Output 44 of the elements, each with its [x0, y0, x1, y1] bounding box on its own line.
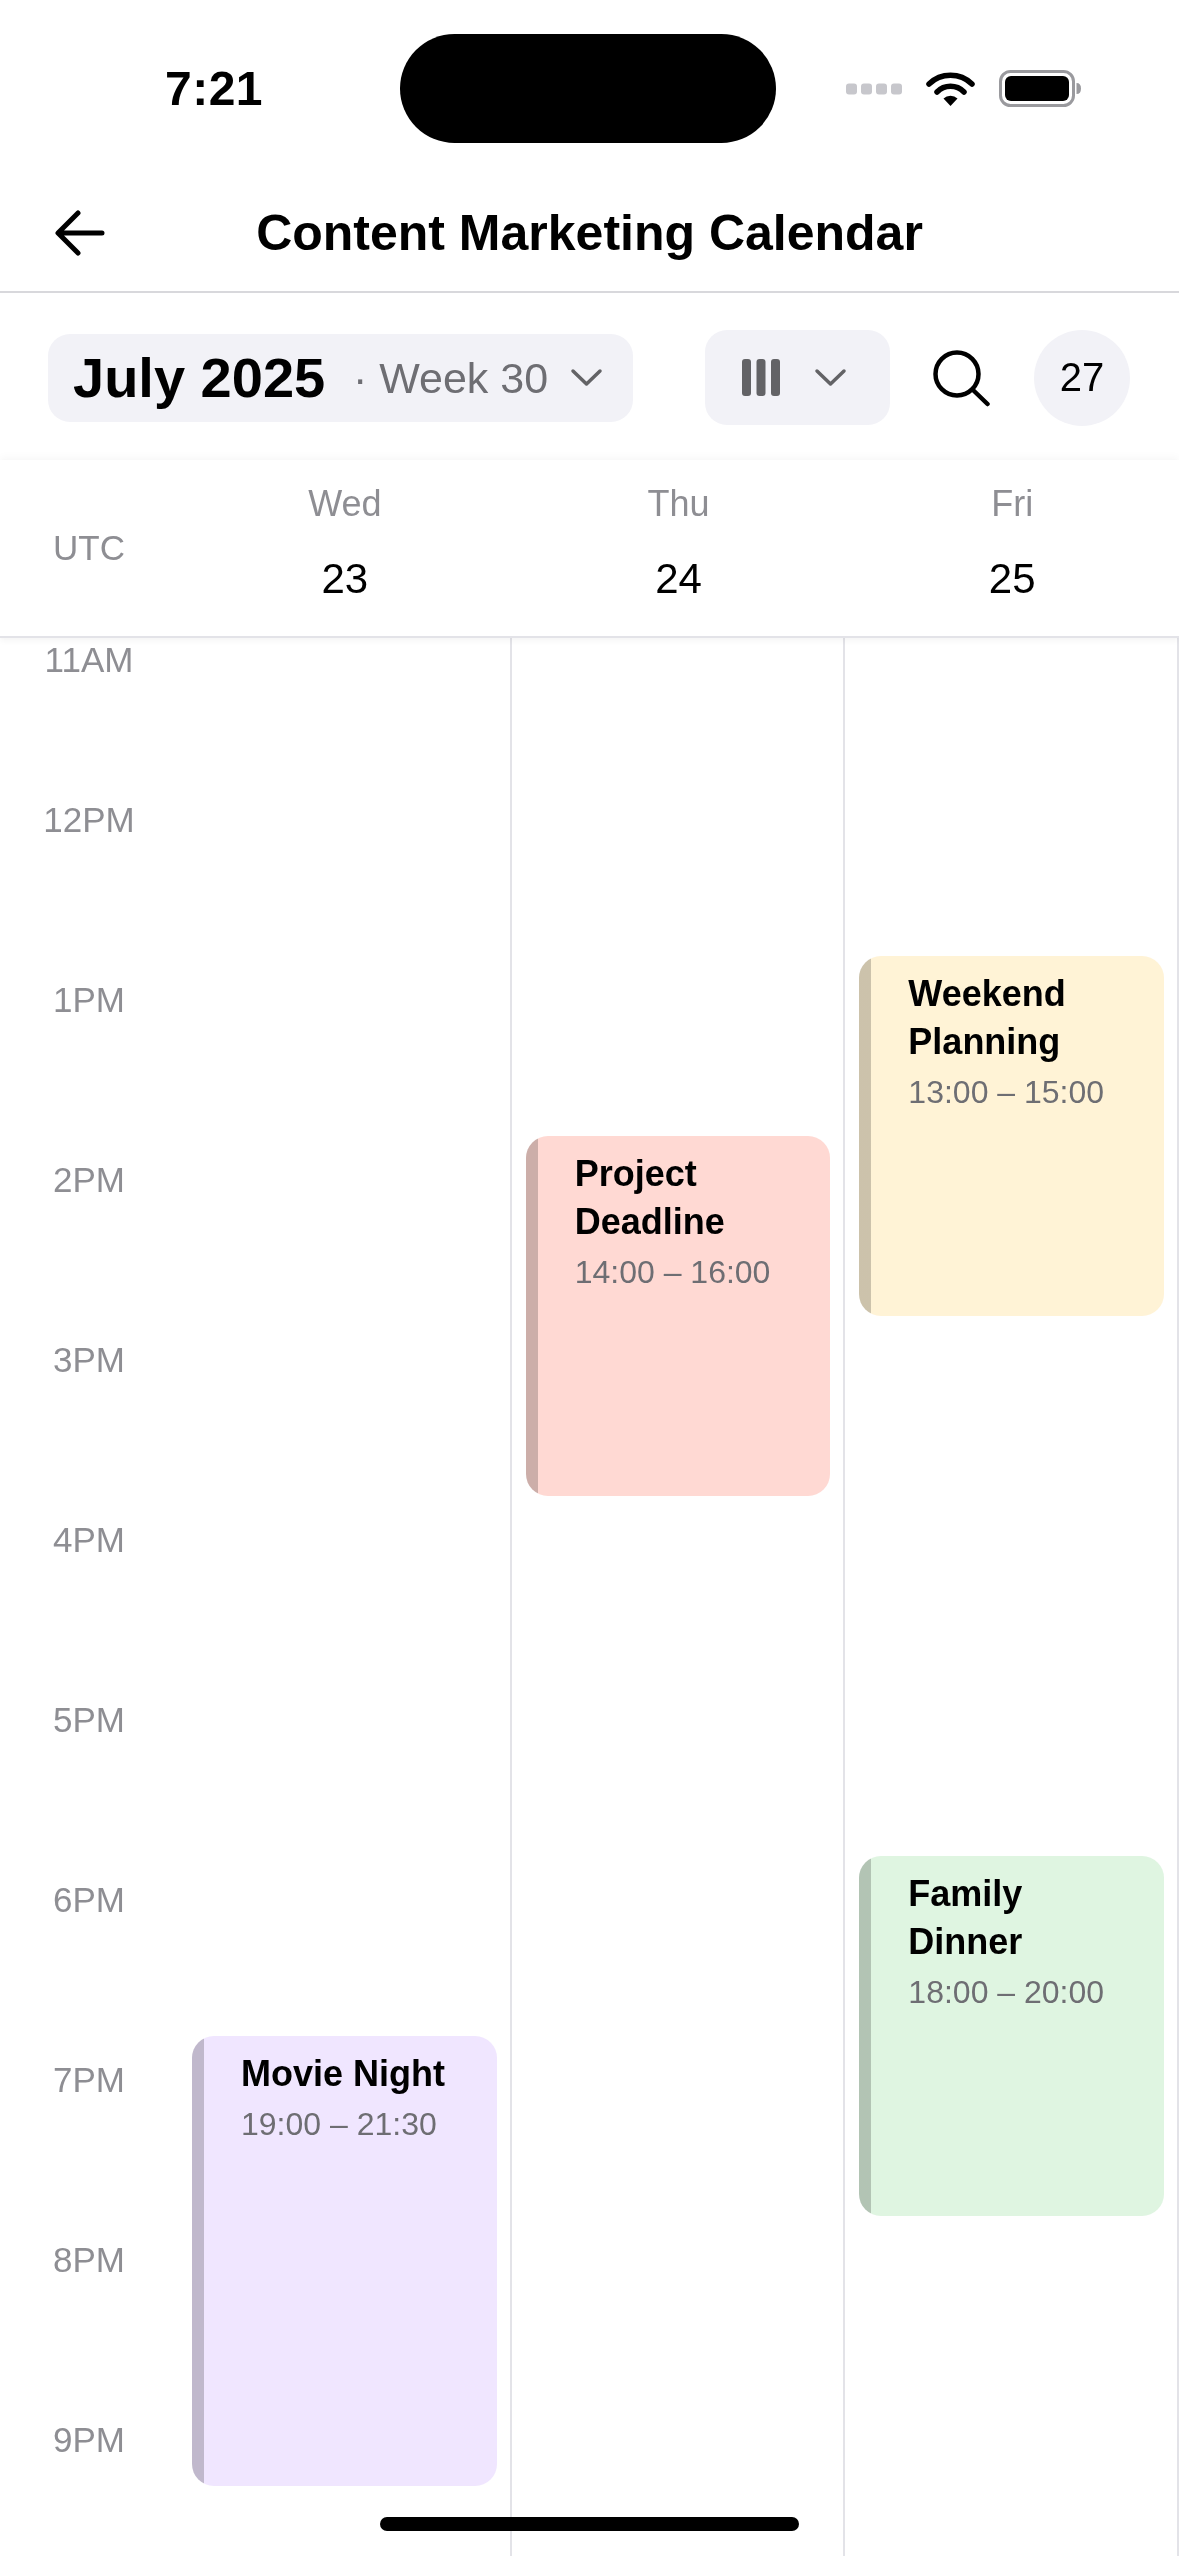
hour-label: 2PM	[53, 1160, 125, 1200]
status-time: 7:21	[164, 60, 264, 117]
view-mode-button[interactable]	[705, 330, 890, 425]
month-week-picker[interactable]: July 2025 · Week 30	[48, 333, 634, 422]
signal-dots-icon	[846, 82, 902, 95]
event-title: Movie Night	[241, 2052, 445, 2096]
hour-label: 4PM	[53, 1520, 125, 1560]
search-icon	[932, 348, 991, 407]
event-card[interactable]: Weekend Planning 13:00 – 15:00	[859, 956, 1164, 1316]
weekday-label: Wed	[308, 483, 382, 525]
event-card[interactable]: Movie Night 19:00 – 21:30	[192, 2036, 497, 2486]
hour-label: 11AM	[44, 640, 134, 680]
timezone-label: UTC	[53, 528, 125, 568]
columns-icon	[742, 359, 780, 396]
back-arrow-icon	[54, 209, 105, 257]
event-title: Weekend Planning	[908, 972, 1067, 1064]
today-button[interactable]: 27	[1034, 329, 1130, 426]
event-card[interactable]: Family Dinner 18:00 – 20:00	[859, 1856, 1164, 2216]
search-button[interactable]	[932, 348, 991, 407]
wifi-icon	[925, 70, 976, 107]
hour-label: 5PM	[53, 1700, 125, 1740]
hour-label: 6PM	[53, 1880, 125, 1920]
chevron-down-icon	[570, 368, 604, 388]
hour-label: 1PM	[53, 980, 125, 1020]
day-number: 23	[321, 555, 369, 603]
weekday-label: Fri	[991, 483, 1034, 525]
day-number: 25	[988, 555, 1036, 603]
weekday-label: Thu	[647, 483, 710, 525]
event-time: 14:00 – 16:00	[574, 1253, 771, 1292]
event-card[interactable]: Project Deadline 14:00 – 16:00	[525, 1136, 831, 1496]
hour-label: 7PM	[53, 2060, 125, 2100]
event-title: Project Deadline	[574, 1152, 726, 1244]
battery-icon	[999, 70, 1082, 107]
event-time: 19:00 – 21:30	[241, 2105, 437, 2144]
event-time: 18:00 – 20:00	[908, 1973, 1105, 2012]
event-time: 13:00 – 15:00	[908, 1073, 1105, 1112]
day-number: 24	[655, 555, 702, 603]
hour-label: 9PM	[53, 2420, 125, 2460]
hour-label: 8PM	[53, 2240, 125, 2280]
hour-label: 3PM	[53, 1340, 125, 1380]
page-title: Content Marketing Calendar	[256, 204, 923, 263]
event-title: Family Dinner	[908, 1872, 1024, 1964]
hour-label: 12PM	[43, 800, 135, 840]
chevron-down-icon	[814, 368, 847, 387]
